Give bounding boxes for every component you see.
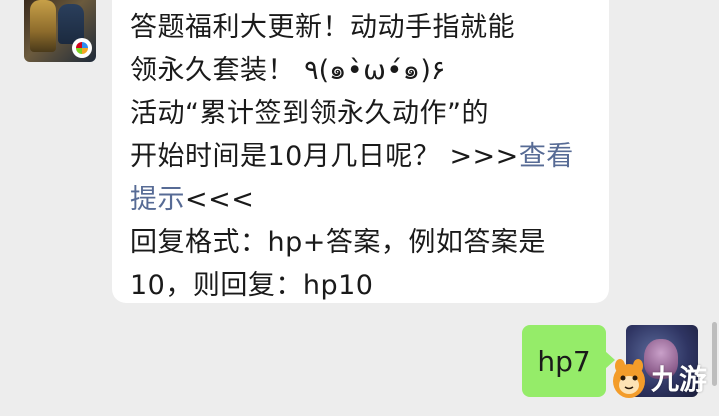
message-line: 答题福利大更新！动动手指就能 (130, 6, 595, 49)
avatar-face (644, 339, 678, 379)
incoming-message-bubble[interactable]: 答题福利大更新！动动手指就能 领永久套装！ ٩(๑•̀ω•́๑)۶ 活动“累计签… (112, 0, 609, 303)
view-hint-link[interactable]: 提示 (130, 184, 185, 215)
outgoing-message-bubble[interactable]: hp7 (522, 325, 615, 397)
message-text: <<< (185, 184, 255, 215)
message-line: 回复格式：hp+答案，例如答案是 (130, 221, 595, 264)
message-line: 开始时间是10月几日呢？ >>>查看 (130, 135, 595, 178)
scrollbar[interactable] (712, 322, 717, 386)
message-text: 10，则回复：hp10 (130, 270, 374, 301)
user-avatar[interactable] (626, 325, 698, 397)
message-text: 领永久套装！ ٩(๑•̀ω•́๑)۶ (130, 55, 446, 86)
sender-avatar[interactable] (24, 0, 96, 62)
message-text: 回复格式：hp+答案，例如答案是 (130, 227, 546, 258)
message-line: 10，则回复：hp10 (130, 264, 595, 307)
outgoing-message-text: hp7 (537, 344, 591, 378)
message-text: 答题福利大更新！动动手指就能 (130, 12, 515, 43)
chat-window: 答题福利大更新！动动手指就能 领永久套装！ ٩(๑•̀ω•́๑)۶ 活动“累计签… (0, 0, 719, 416)
view-hint-link[interactable]: 查看 (519, 141, 574, 172)
message-text: 开始时间是10月几日呢？ >>> (130, 141, 519, 172)
game-logo-icon (72, 38, 92, 58)
message-line: 活动“累计签到领永久动作”的 (130, 92, 595, 135)
message-text: 活动“累计签到领永久动作”的 (130, 98, 489, 129)
message-line: 提示<<< (130, 178, 595, 221)
message-line: 领永久套装！ ٩(๑•̀ω•́๑)۶ (130, 49, 595, 92)
avatar-figure (30, 0, 56, 52)
